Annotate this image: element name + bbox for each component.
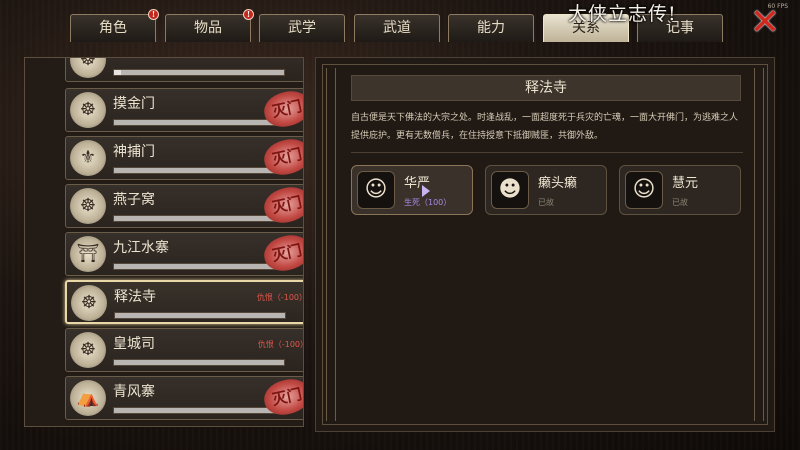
top-tab-bar: 角色 ! 物品 ! 武学 武道 能力 关系 记事 大侠立志传! 60 FPS ✕ xyxy=(0,0,800,42)
tab-abilities[interactable]: 能力 xyxy=(448,14,534,42)
member-card-laitoulai[interactable]: ☻ 癞头癞 已故 xyxy=(485,165,607,215)
relation-bar xyxy=(113,359,285,366)
tab-label: 武道 xyxy=(383,20,411,36)
list-item-partial[interactable]: ☸ xyxy=(65,58,303,82)
sect-emblem-icon: ☸ xyxy=(70,58,106,78)
sect-emblem-icon: ⛺ xyxy=(70,380,106,416)
sect-item-shifasi[interactable]: ☸ 释法寺 仇恨（-100） xyxy=(65,280,304,324)
member-status: 已故 xyxy=(538,198,554,207)
tab-label: 武学 xyxy=(288,20,316,36)
notification-badge: ! xyxy=(243,9,254,20)
close-icon: ✕ xyxy=(749,2,781,43)
member-name: 癞头癞 xyxy=(538,176,578,191)
sect-name: 青风寨 xyxy=(113,384,155,400)
decorative-border-left xyxy=(326,68,336,421)
member-status: 生死（100） xyxy=(404,198,452,207)
sect-name: 摸金门 xyxy=(113,96,155,112)
sect-title: 释法寺 xyxy=(351,75,741,101)
sect-item-yanziwo[interactable]: ☸ 燕子窝 灭门 xyxy=(65,183,303,228)
sect-item-jiujiangshuizhai[interactable]: ⛩ 九江水寨 灭门 xyxy=(65,231,303,276)
sect-item-huangchengsi[interactable]: ☸ 皇城司 仇恨（-100） xyxy=(65,328,304,372)
sect-name: 皇城司 xyxy=(113,336,155,352)
member-card-huiyuan[interactable]: ☺ 慧元 已故 xyxy=(619,165,741,215)
sect-emblem-icon: ☸ xyxy=(71,285,107,321)
monk-portrait-icon: ☺ xyxy=(625,171,663,209)
relation-bar xyxy=(113,167,285,174)
tab-martial-way[interactable]: 武道 xyxy=(354,14,440,42)
sect-item-shenbumen[interactable]: ⚜ 神捕门 灭门 xyxy=(65,135,303,180)
sect-name: 九江水寨 xyxy=(113,240,169,256)
close-button[interactable]: ✕ xyxy=(748,5,782,42)
tab-martial-arts[interactable]: 武学 xyxy=(259,14,345,42)
sect-item-mojinmen[interactable]: ☸ 摸金门 灭门 xyxy=(65,87,303,132)
sect-detail-panel: 释法寺 自古便是天下佛法的大宗之处。时逢战乱，一面超度死于兵灾的亡魂，一面大开佛… xyxy=(315,57,775,432)
sect-list-panel[interactable]: ☸ ☸ 摸金门 灭门 ⚜ 神捕门 灭门 ☸ 燕子窝 灭门 ⛩ 九江水寨 灭门 ☸… xyxy=(24,57,304,427)
cursor-pointer-icon xyxy=(422,185,430,197)
member-status: 已故 xyxy=(672,198,688,207)
sect-description: 自古便是天下佛法的大宗之处。时逢战乱，一面超度死于兵灾的亡魂，一面大开佛门，为逃… xyxy=(351,113,739,141)
monk-portrait-icon: ☻ xyxy=(491,171,529,209)
sect-name: 神捕门 xyxy=(113,144,155,160)
member-name: 慧元 xyxy=(672,176,699,191)
sect-emblem-icon: ⚜ xyxy=(70,140,106,176)
tab-character[interactable]: 角色 ! xyxy=(70,9,159,42)
relation-bar xyxy=(113,263,285,270)
sect-emblem-icon: ☸ xyxy=(70,188,106,224)
tab-items[interactable]: 物品 ! xyxy=(165,9,254,42)
relation-status: 仇恨（-100） xyxy=(256,293,304,302)
tab-label: 角色 xyxy=(99,20,127,36)
relation-bar xyxy=(113,119,285,126)
sect-name: 释法寺 xyxy=(114,289,156,305)
sect-item-qingfengzhai[interactable]: ⛺ 青风寨 灭门 xyxy=(65,375,303,420)
decorative-border-right xyxy=(754,68,764,421)
member-card-huayan[interactable]: ☺ 华严 生死（100） xyxy=(351,165,473,215)
monk-portrait-icon: ☺ xyxy=(357,171,395,209)
relation-bar xyxy=(114,312,286,319)
divider xyxy=(351,152,743,153)
relation-bar xyxy=(113,69,285,76)
tab-label: 能力 xyxy=(477,20,505,36)
sect-emblem-icon: ⛩ xyxy=(70,236,106,272)
sect-emblem-icon: ☸ xyxy=(70,332,106,368)
sect-name: 燕子窝 xyxy=(113,192,155,208)
notification-badge: ! xyxy=(148,9,159,20)
relation-status: 仇恨（-100） xyxy=(257,340,304,349)
relation-bar xyxy=(113,215,285,222)
tab-label: 物品 xyxy=(194,20,222,36)
relation-bar xyxy=(113,407,285,414)
sect-emblem-icon: ☸ xyxy=(70,92,106,128)
overlay-title: 大侠立志传! xyxy=(568,3,677,25)
